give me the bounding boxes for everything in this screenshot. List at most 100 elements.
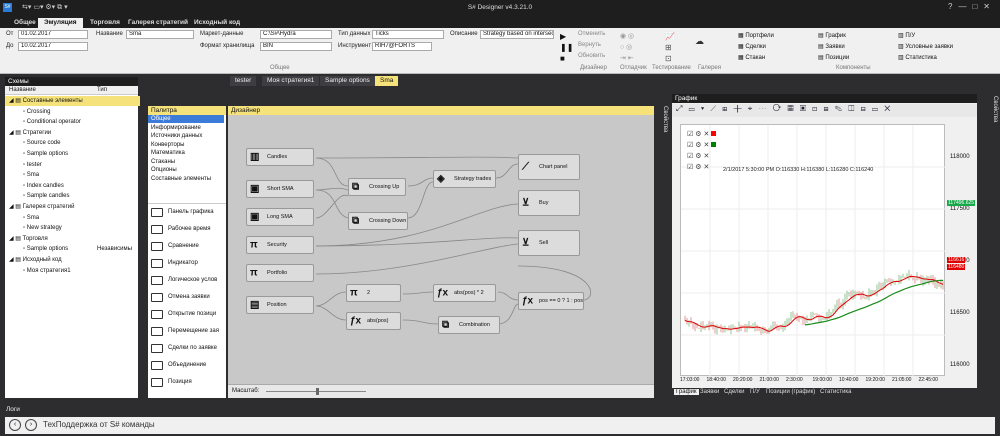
component-trades[interactable]: ▦ Сделки xyxy=(738,43,766,50)
from-date-input[interactable]: 01.02.2017 xyxy=(18,30,88,39)
node-conditional[interactable]: ƒx pos == 0 ? 1 : pos xyxy=(518,292,584,310)
tab-trading[interactable]: Торговля xyxy=(84,18,126,28)
tree-item[interactable]: ▫ Conditional operator xyxy=(5,117,140,127)
chart-properties-side-tab[interactable]: Свойства xyxy=(980,94,998,398)
tree-item[interactable]: ▫ Sma xyxy=(5,170,140,180)
palette-category[interactable]: Информирование xyxy=(148,124,224,132)
col-name-header[interactable]: Название xyxy=(9,87,36,93)
component-orders[interactable]: ▤ Заявки xyxy=(818,43,845,50)
testing-icons[interactable]: 📈 ⊞ ⊡ xyxy=(665,31,675,64)
tree-item[interactable]: ▫ Crossing xyxy=(5,107,140,117)
tab-general[interactable]: Общее xyxy=(8,18,42,28)
instrument-input[interactable]: RIH7@FORTS xyxy=(372,42,432,51)
back-icon[interactable]: ‹ xyxy=(9,419,21,431)
tree-item[interactable]: ▫ Sma xyxy=(5,213,140,223)
properties-side-tab[interactable]: Свойства xyxy=(656,106,668,398)
node-crossing-down[interactable]: ⧉ Crossing Down xyxy=(348,212,408,230)
palette-category[interactable]: Математика xyxy=(148,149,224,157)
chart-tab-orders[interactable]: Заявки xyxy=(700,389,719,395)
debugger-icons[interactable]: ◉ ◎ ○ ◎ ⇥ ⇤ xyxy=(620,31,634,64)
tab-emulation[interactable]: Эмуляция xyxy=(38,18,83,28)
palette-item[interactable]: Позиция xyxy=(148,374,224,391)
chart-toolbar[interactable]: ⤢ ▭ ▾ ⟋ ⊞ ╋ ⌖ ⋯ ⟳ ▦ ▣ ⊡ ⊞ ✎ ◫ ⊟ ▭ ✕ xyxy=(672,104,977,117)
palette-item[interactable]: Перемещение зая xyxy=(148,323,224,340)
refresh-button[interactable]: Обновить xyxy=(578,53,605,59)
palette-category[interactable]: Конверторы xyxy=(148,141,224,149)
chart-plot[interactable]: ☑ ⚙ ✕ ☑ ⚙ ✕ ☑ ⚙ ✕ ☑ ⚙ ✕ 2/1/2017 5:30:00… xyxy=(680,124,946,377)
tab-source-code[interactable]: Исходный код xyxy=(188,18,246,28)
storage-format-select[interactable]: BIN xyxy=(260,42,332,51)
legend-row-candles[interactable]: ☑ ⚙ ✕ xyxy=(687,129,717,140)
palette-category[interactable]: Составные элементы xyxy=(148,175,224,183)
stop-icon[interactable]: ■ xyxy=(560,54,565,63)
node-long-sma[interactable]: ▣ Long SMA xyxy=(246,208,314,226)
legend-row-trades[interactable]: ☑ ⚙ ✕ xyxy=(687,151,716,162)
description-input[interactable]: Strategy based on intersect xyxy=(480,30,554,39)
node-short-sma[interactable]: ▣ Short SMA xyxy=(246,180,314,198)
tree-item[interactable]: ◢ ▤ Стратегии xyxy=(5,128,140,138)
chart-tab-positions[interactable]: Позиции (график) xyxy=(766,389,815,395)
palette-item[interactable]: Панель графика xyxy=(148,204,224,221)
palette-item[interactable]: Логическое услов xyxy=(148,272,224,289)
node-candles[interactable]: ▥ Candles xyxy=(246,148,314,166)
node-position[interactable]: ▤ Position xyxy=(246,296,314,314)
chart-tab-chart[interactable]: График xyxy=(674,389,699,395)
name-input[interactable]: Sma xyxy=(126,30,194,39)
window-controls[interactable]: ?—□✕ xyxy=(948,2,996,11)
return-button[interactable]: Вернуть xyxy=(578,42,601,48)
tree-item[interactable]: ▫ Sample candles xyxy=(5,191,140,201)
doc-tab-tester[interactable]: tester xyxy=(230,76,257,86)
chart-tab-pnl[interactable]: П/У xyxy=(750,389,760,395)
node-abs-pos[interactable]: ƒx abs(pos) xyxy=(346,312,401,330)
palette-item[interactable]: Индикатор xyxy=(148,255,224,272)
component-pnl[interactable]: ▥ П/У xyxy=(898,32,915,39)
node-chart-panel[interactable]: ⟋ Chart panel xyxy=(518,154,580,180)
tree-item[interactable]: ◢ ▤ Торговля xyxy=(5,234,140,244)
legend-row-sma[interactable]: ☑ ⚙ ✕ xyxy=(687,140,717,151)
tree-item[interactable]: ▫ Sample options xyxy=(5,149,140,159)
tree-item[interactable]: ◢ ▤ Галерея стратегий xyxy=(5,202,140,212)
tree-item[interactable]: ▫ Sample options Независимы xyxy=(5,244,140,254)
palette-category[interactable]: Стаканы xyxy=(148,158,224,166)
tree-item[interactable]: ▫ New strategy xyxy=(5,223,140,233)
pause-icon[interactable]: ❚❚ xyxy=(560,43,573,52)
palette-item[interactable]: Открытие позици xyxy=(148,306,224,323)
node-strategy-trades[interactable]: ◈ Strategy trades xyxy=(433,170,496,188)
tab-strategy-gallery[interactable]: Галерея стратегий xyxy=(122,18,194,28)
palette-item[interactable]: Рабочее время xyxy=(148,221,224,238)
palette-category[interactable]: Опционы xyxy=(148,166,224,174)
palette-category[interactable]: Общее xyxy=(148,115,224,123)
component-positions[interactable]: ▤ Позиции xyxy=(818,54,849,61)
component-orderbook[interactable]: ▦ Стакан xyxy=(738,54,765,61)
play-icon[interactable]: ▶ xyxy=(560,32,566,41)
component-statistics[interactable]: ▥ Статистика xyxy=(898,54,937,61)
scale-slider-thumb[interactable] xyxy=(316,388,319,395)
tree-item[interactable]: ▫ Index candles xyxy=(5,181,140,191)
node-combination[interactable]: ⧉ Combination xyxy=(438,316,500,334)
cancel-button[interactable]: Отменить xyxy=(578,31,605,37)
doc-tab-sample-options[interactable]: Sample options xyxy=(320,76,375,86)
logs-input[interactable]: ТехПоддержка от S# команды xyxy=(43,420,155,429)
to-date-input[interactable]: 10.02.2017 xyxy=(18,42,88,51)
tree-item[interactable]: ▫ Моя стратегия1 xyxy=(5,266,140,276)
component-conditional-orders[interactable]: ▥ Условные заявки xyxy=(898,43,953,50)
node-security[interactable]: π Security xyxy=(246,236,314,254)
node-crossing-up[interactable]: ⧉ Crossing Up xyxy=(348,178,406,196)
palette-item[interactable]: Объединение xyxy=(148,357,224,374)
component-chart[interactable]: ▤ График xyxy=(818,32,846,39)
gallery-icon[interactable]: ☁ xyxy=(695,36,704,47)
node-buy[interactable]: ⊻ Buy xyxy=(518,190,580,216)
chart-tab-statistics[interactable]: Статистика xyxy=(820,389,852,395)
tree-item[interactable]: ◢ ▤ Составные элементы xyxy=(5,96,140,106)
palette-item[interactable]: Отмена заявки xyxy=(148,289,224,306)
chart-legend[interactable]: ☑ ⚙ ✕ ☑ ⚙ ✕ ☑ ⚙ ✕ ☑ ⚙ ✕ xyxy=(687,129,717,173)
node-formula[interactable]: ƒx abs(pos) * 2 xyxy=(433,284,496,302)
chart-tab-trades[interactable]: Сделки xyxy=(724,389,744,395)
tree-item[interactable]: ▫ tester xyxy=(5,160,140,170)
node-sell[interactable]: ⊻ Sell xyxy=(518,230,580,256)
tree-item[interactable]: ▫ Source code xyxy=(5,138,140,148)
data-type-select[interactable]: Ticks xyxy=(372,30,444,39)
tree-item[interactable]: ◢ ▤ Исходный код xyxy=(5,255,140,265)
palette-item[interactable]: Сравнение xyxy=(148,238,224,255)
node-constant-2[interactable]: π2 xyxy=(346,284,401,302)
